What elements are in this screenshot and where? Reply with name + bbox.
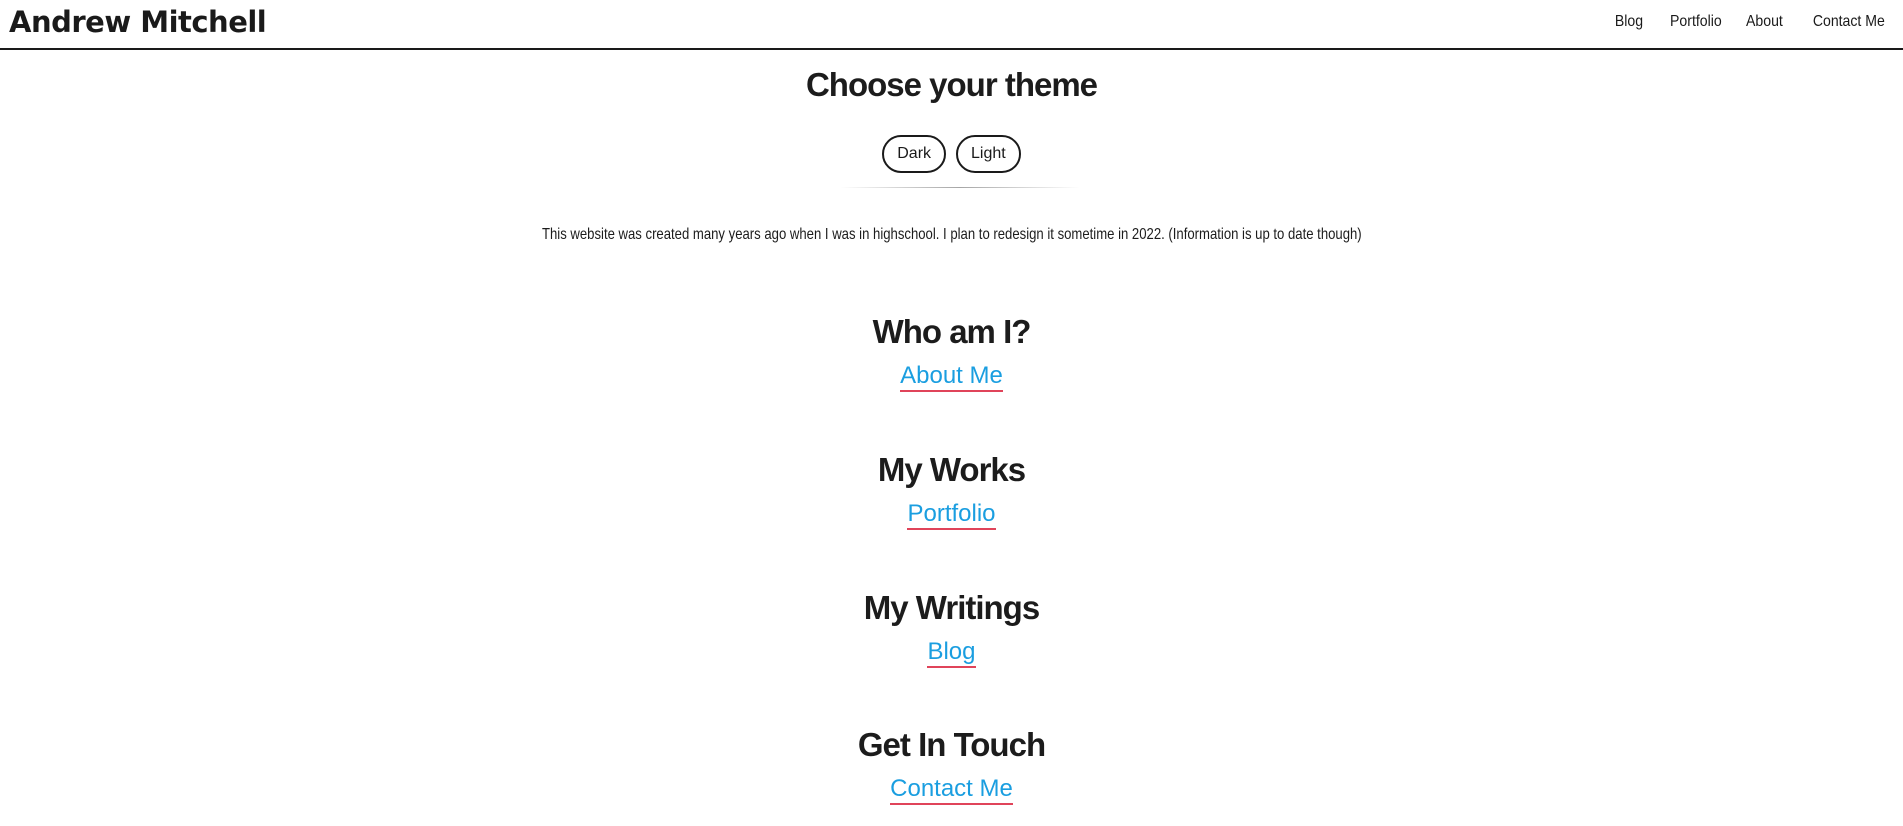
contact-me-link[interactable]: Contact Me [890,775,1013,805]
section-get-in-touch: Get In Touch Contact Me [0,725,1903,805]
divider [840,187,1080,188]
nav-blog[interactable]: Blog [1614,13,1642,31]
site-logo[interactable]: Andrew Mitchell [9,5,267,39]
site-notice: This website was created many years ago … [0,226,1903,244]
light-theme-button[interactable]: Light [956,135,1021,173]
nav-about[interactable]: About [1746,13,1783,31]
nav-portfolio[interactable]: Portfolio [1670,13,1722,31]
nav-contact[interactable]: Contact Me [1813,13,1885,31]
section-who-am-i: Who am I? About Me [0,312,1903,392]
section-heading: Who am I? [872,313,1032,350]
main-nav: Blog Portfolio About Contact Me [1611,13,1885,31]
section-my-works: My Works Portfolio [0,450,1903,530]
section-heading: Get In Touch [857,726,1046,763]
site-notice-text: This website was created many years ago … [541,226,1362,243]
theme-title: Choose your theme [805,66,1098,103]
section-my-writings: My Writings Blog [0,588,1903,668]
section-heading: My Works [877,451,1026,488]
theme-buttons: Dark Light [0,135,1903,173]
section-heading: My Writings [863,589,1040,626]
about-me-link[interactable]: About Me [900,362,1003,392]
portfolio-link[interactable]: Portfolio [907,500,996,530]
dark-theme-button[interactable]: Dark [882,135,947,173]
blog-link[interactable]: Blog [927,638,976,668]
top-navbar: Andrew Mitchell Blog Portfolio About Con… [0,0,1903,50]
